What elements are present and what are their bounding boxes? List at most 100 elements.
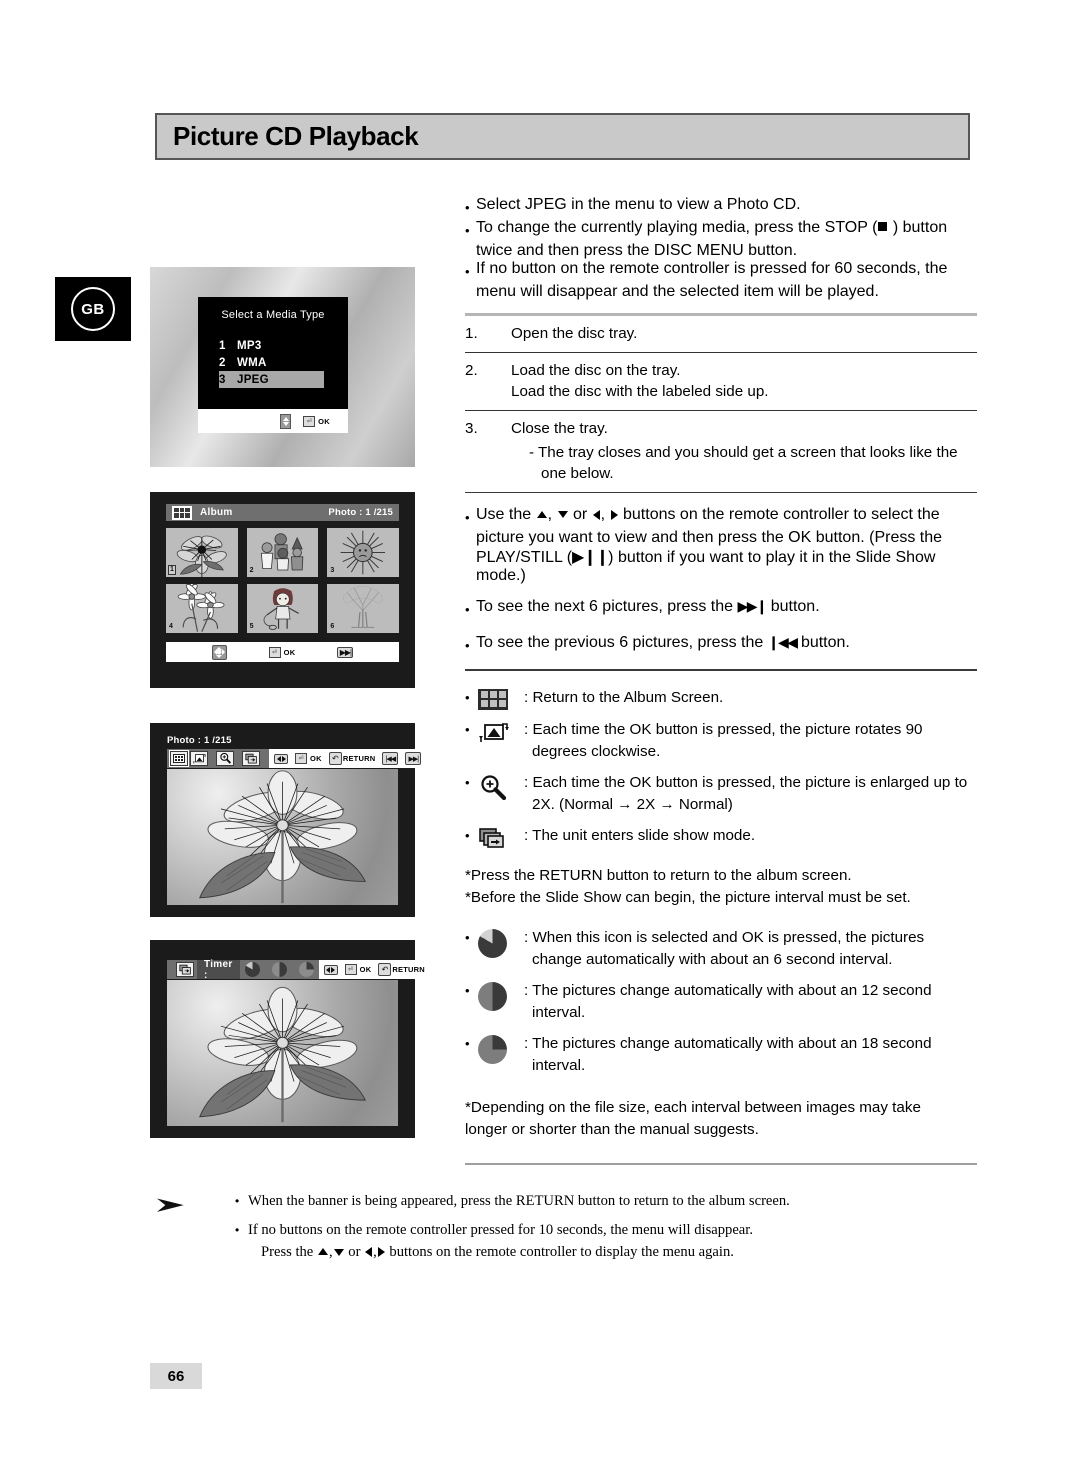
legend-timer-6sec: • : When this icon is selected and OK is…: [465, 927, 977, 971]
timer-18sec-icon[interactable]: [298, 962, 314, 977]
media-type-option-jpeg[interactable]: 3 JPEG: [219, 371, 324, 388]
page-number: 66: [150, 1363, 202, 1389]
language-badge-label: GB: [71, 287, 115, 331]
bullet-text: To see the next 6 pictures, press the ▶▶…: [476, 598, 977, 621]
text-part: or: [348, 1244, 361, 1260]
rotate-button[interactable]: [190, 751, 208, 766]
legend-label: The unit enters slide show mode.: [532, 826, 756, 844]
thumbnail-4[interactable]: 4: [166, 584, 238, 633]
legend-label-2: change automatically with about an 6 sec…: [532, 950, 893, 968]
timer-12sec-icon: [478, 980, 524, 1024]
legend-label-2: interval.: [532, 1056, 586, 1074]
ok-label: OK: [359, 965, 372, 974]
table-row: 3. Close the tray. - The tray closes and…: [465, 410, 977, 492]
bullet-text: Select JPEG in the menu to view a Photo …: [476, 196, 801, 213]
language-badge: GB: [55, 277, 131, 341]
rotate-icon: [478, 719, 524, 763]
legend-timer-18sec: • : The pictures change automatically wi…: [465, 1033, 977, 1077]
legend-label: When this icon is selected and OK is pre…: [532, 928, 925, 946]
album-grid-icon: [478, 687, 524, 710]
text-part: buttons on the remote controller to disp…: [389, 1244, 734, 1260]
star-note: longer or shorter than the manual sugges…: [465, 1120, 759, 1138]
return-hint: ↶ RETURN: [378, 963, 425, 976]
footer-note-sub: Press the , or , buttons on the remote c…: [261, 1244, 734, 1260]
intro-bullet-2-cont: twice and then press the DISC MENU butto…: [465, 242, 977, 260]
screenshot-select-media-type: Select a Media Type 1 MP3 2 WMA 3 JPEG ⏎: [150, 267, 415, 467]
media-type-option-wma[interactable]: 2 WMA: [219, 354, 324, 371]
bullet-dot: •: [465, 638, 470, 654]
thumb-art-characters: [260, 533, 303, 571]
nav-bullet-use-line3: PLAY/STILL (▶❙❙) button if you want to p…: [465, 547, 977, 585]
media-type-footer-bar: ⏎ OK: [198, 409, 348, 433]
icon-legend-list: • : Return to the Album Screen. •: Each…: [465, 687, 977, 851]
thumb-art-sun: [340, 530, 386, 575]
skip-next-icon: ▶▶❙: [737, 598, 767, 615]
thumbnail-6[interactable]: 6: [327, 584, 399, 633]
screenshot-album-screen: Album Photo : 1 /215 1 2 3 4 5 6 ⏎ OK ▶▶…: [150, 492, 415, 688]
photo-toolbar: ⏎ OK ↶ RETURN |◀◀ ▶▶|: [167, 749, 427, 768]
album-header-bar: Album Photo : 1 /215: [166, 504, 399, 521]
footer-note-1: • When the banner is being appeared, pre…: [235, 1190, 980, 1212]
photo-counter: Photo : 1 /215: [167, 735, 232, 746]
legend-zoom: • : Each time the OK button is pressed, …: [465, 772, 977, 816]
bullet-dot: •: [235, 1223, 240, 1237]
bullet-dot: •: [465, 223, 470, 238]
zoom-button[interactable]: [216, 751, 234, 766]
legend-label-2: 2X. (Normal → 2X → Normal): [532, 795, 733, 813]
thumb-art-daisies: [177, 584, 225, 632]
slideshow-button[interactable]: [176, 962, 194, 977]
bullet-spacer: [465, 529, 476, 547]
text-part: button.: [800, 634, 850, 652]
thumbnail-number: 3: [330, 567, 335, 574]
photo-toolbar-hints: ⏎ OK ↶ RETURN |◀◀ ▶▶|: [269, 749, 427, 768]
step-body: Open the disc tray.: [511, 316, 977, 353]
legend-text: : The pictures change automatically with…: [524, 1033, 977, 1077]
bullet-text: PLAY/STILL (▶❙❙) button if you want to p…: [476, 547, 977, 585]
right-arrow-icon: [610, 509, 618, 520]
legend-text: : The pictures change automatically with…: [524, 980, 977, 1024]
table-row: 2. Load the disc on the tray. Load the d…: [465, 352, 977, 411]
text-part: To see the previous 6 pictures, press th…: [476, 634, 764, 652]
photo-toolbar-left-group: [167, 749, 269, 768]
timer-toolbar-left-group: [167, 960, 197, 979]
album-grid-button[interactable]: [169, 750, 189, 767]
manual-page: Picture CD Playback GB Select a Media Ty…: [0, 0, 1080, 1482]
text-part: If no buttons on the remote controller p…: [248, 1222, 753, 1238]
slideshow-button[interactable]: [242, 751, 260, 766]
media-type-list: 1 MP3 2 WMA 3 JPEG: [198, 337, 348, 388]
thumbnail-5[interactable]: 5: [246, 584, 319, 633]
step-body: Load the disc on the tray. Load the disc…: [511, 352, 977, 411]
enter-key-icon: ⏎: [303, 415, 316, 427]
note-arrow-icon: [157, 1198, 184, 1212]
intro-bullet-3: • If no button on the remote controller …: [465, 260, 977, 283]
media-type-option-mp3[interactable]: 1 MP3: [219, 337, 324, 354]
thumbnail-3[interactable]: 3: [327, 528, 399, 577]
option-number: 1: [219, 339, 226, 352]
legend-text: : Each time the OK button is pressed, th…: [524, 772, 977, 816]
timer-6sec-icon[interactable]: [244, 962, 260, 977]
timer-18sec-icon: [478, 1033, 524, 1077]
step-text: Open the disc tray.: [511, 325, 638, 342]
left-arrow-icon: [365, 1247, 373, 1258]
footer-note-text: If no buttons on the remote controller p…: [248, 1219, 980, 1263]
step-sub-text-2: one below.: [541, 465, 614, 482]
left-right-arrows-icon: [323, 964, 338, 975]
photo-art-passion-flower: [198, 986, 367, 1123]
ok-hint: ⏎ OK: [344, 964, 372, 975]
thumbnail-2[interactable]: 2: [246, 528, 319, 577]
skip-next-icon: ▶▶|: [405, 752, 422, 765]
bullet-text: menu will disappear and the selected ite…: [476, 283, 879, 300]
album-photo-counter: Photo : 1 /215: [328, 507, 393, 518]
album-grid-icon: [173, 754, 185, 763]
star-note: *Depending on the file size, each interv…: [465, 1098, 921, 1116]
timer-12sec-icon[interactable]: [271, 962, 287, 977]
text-part: buttons on the remote controller to sele…: [623, 506, 940, 524]
down-arrow-icon: [333, 1248, 344, 1256]
return-arrow-icon: ↶: [328, 752, 342, 765]
legend-label: Return to the Album Screen.: [532, 688, 724, 706]
nav-bullet-prev: • To see the previous 6 pictures, press …: [465, 634, 977, 657]
thumbnail-1[interactable]: 1: [166, 528, 238, 577]
option-number: 2: [219, 356, 226, 369]
screenshot-timer-view: Timer : ⏎ OK ↶ RETURN: [150, 940, 430, 1138]
enter-key-icon: ⏎: [268, 646, 281, 658]
